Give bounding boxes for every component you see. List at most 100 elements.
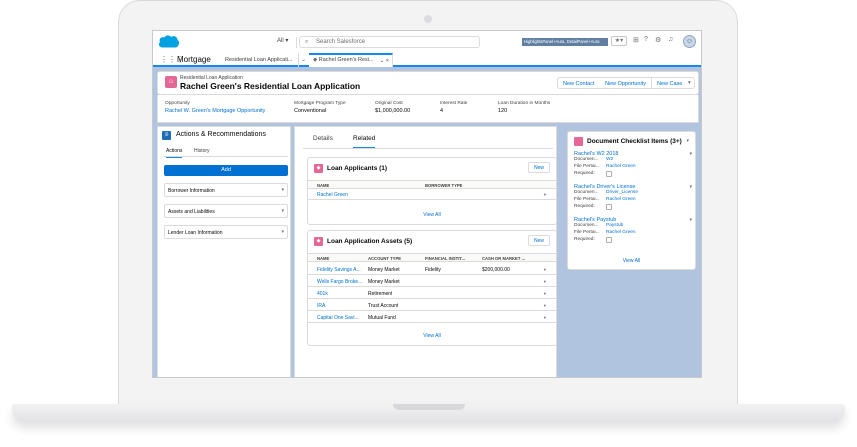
tab-history[interactable]: History <box>194 148 210 156</box>
field-program-type: Mortgage Program Type Conventional <box>294 101 346 114</box>
required-line: Required: <box>574 204 692 211</box>
table-header: NAME BORROWER TYPE <box>308 180 556 189</box>
field-label: Interest Rate <box>440 101 468 106</box>
new-case-button[interactable]: New Case <box>652 77 689 89</box>
global-header: All ▾ ⌕ Search Salesforce HighlightsPane… <box>153 31 701 53</box>
chevron-down-icon[interactable]: ▾ <box>281 187 284 193</box>
column-header: NAME <box>317 183 330 188</box>
global-add-icon[interactable]: ⊞ <box>633 36 639 44</box>
file-owner-link[interactable]: Rachel Green <box>606 230 636 235</box>
field-label: Required: <box>574 237 595 242</box>
tabs-divider <box>303 148 553 149</box>
app-name: Mortgage <box>177 55 211 64</box>
main-panel: Details Related ◆ Loan Applicants (1) Ne… <box>294 126 557 377</box>
required-checkbox <box>606 237 612 243</box>
tab-related[interactable]: Related <box>353 135 376 149</box>
field-label: Required: <box>574 171 595 176</box>
favorites-star-icon[interactable]: ★▾ <box>611 36 627 46</box>
column-header: BORROWER TYPE <box>425 183 463 188</box>
add-button[interactable]: Add <box>164 165 288 176</box>
row-actions-icon[interactable]: ▾ <box>544 192 546 198</box>
view-all-link[interactable]: View All <box>568 258 695 264</box>
chevron-down-icon[interactable]: ⌄ <box>301 56 306 63</box>
tab-close-icon[interactable]: ⌄ × <box>380 58 389 64</box>
chevron-down-icon[interactable]: ▾ <box>686 138 689 144</box>
field-loan-duration: Loan Duration in Months 120 <box>498 101 550 114</box>
document-line: Documen... Driver_License <box>574 190 692 197</box>
field-original-cost: Original Cost $1,000,000.00 <box>375 101 410 114</box>
checklist-item: Rachel's Paystub ▾ Documen... Paystub Fil… <box>574 217 692 244</box>
file-owner-link[interactable]: Rachel Green <box>606 164 636 169</box>
loan-assets-card: ◆ Loan Application Assets (5) New NAME A… <box>307 230 557 346</box>
row-actions-icon[interactable]: ▾ <box>544 279 546 285</box>
field-label: File Pertai... <box>574 230 600 235</box>
document-link[interactable]: Driver_License <box>606 190 638 195</box>
loan-applicants-card: ◆ Loan Applicants (1) New NAME BORROWER … <box>307 157 557 225</box>
camera <box>424 15 432 23</box>
avatar[interactable]: ☺ <box>683 35 696 48</box>
field-opportunity: Opportunity Rachel W. Green's Mortgage O… <box>165 101 265 114</box>
action-item-label: Assets and Liabilities <box>168 209 215 215</box>
column-header: CASH OR MARKET ... <box>482 256 526 261</box>
new-asset-button[interactable]: New <box>528 235 550 246</box>
loan-asset-icon: ◆ <box>314 237 323 246</box>
table-row: Fidelity Savings A... Money Market Fidel… <box>308 264 556 275</box>
nav-tab-loan-applications[interactable]: Residential Loan Applicati... <box>221 53 299 67</box>
column-header: ACCOUNT TYPE <box>368 256 402 261</box>
field-label: Documen... <box>574 190 599 195</box>
action-item-assets-liabilities[interactable]: Assets and Liabilities ▾ <box>164 204 288 218</box>
file-line: File Pertai... Rachel Green <box>574 230 692 237</box>
required-checkbox <box>606 204 612 210</box>
row-actions-icon[interactable]: ▾ <box>544 303 546 309</box>
loan-application-icon: ⌂ <box>165 76 177 88</box>
card-title: Loan Applicants (1) <box>327 165 388 172</box>
search-input[interactable]: ⌕ Search Salesforce <box>299 36 480 48</box>
action-item-borrower-information[interactable]: Borrower Information ▾ <box>164 183 288 197</box>
actions-recommendations-icon: ≡ <box>162 131 171 140</box>
table-header: NAME ACCOUNT TYPE FINANCIAL INSTIT... CA… <box>308 253 556 262</box>
field-value: 120 <box>498 108 508 114</box>
action-item-label: Borrower Information <box>168 188 215 194</box>
column-header: NAME <box>317 256 330 261</box>
table-cell: Trust Account <box>368 303 399 309</box>
asset-link[interactable]: Fidelity Savings A... <box>317 267 365 273</box>
field-label: Mortgage Program Type <box>294 101 346 106</box>
document-line: Documen... Paystub <box>574 223 692 230</box>
chevron-down-icon[interactable]: ▾ <box>281 208 284 214</box>
asset-link[interactable]: IRA <box>317 303 365 309</box>
view-all-link[interactable]: View All <box>308 333 556 339</box>
notifications-bell-icon[interactable]: ♫ <box>668 36 673 43</box>
checklist-item: Rachel's Driver's License ▾ Documen... Dr… <box>574 184 692 211</box>
table-row: Capital One Savi... Mutual Fund ▾ <box>308 312 556 323</box>
gear-icon[interactable]: ⚙ <box>655 36 661 44</box>
asset-link[interactable]: Wells Fargo Broke... <box>317 279 365 285</box>
required-checkbox <box>606 171 612 177</box>
new-applicant-button[interactable]: New <box>528 162 550 173</box>
required-line: Required: <box>574 237 692 244</box>
laptop-notch <box>393 404 465 410</box>
asset-link[interactable]: Capital One Savi... <box>317 315 365 321</box>
view-all-link[interactable]: View All <box>308 212 556 218</box>
file-owner-link[interactable]: Rachel Green <box>606 197 636 202</box>
new-contact-button[interactable]: New Contact <box>557 77 601 89</box>
row-actions-icon[interactable]: ▾ <box>544 315 546 321</box>
help-icon[interactable]: ? <box>644 36 648 43</box>
tab-details[interactable]: Details <box>313 135 333 147</box>
search-scope-select[interactable]: All ▾ <box>277 37 297 48</box>
row-actions-icon[interactable]: ▾ <box>544 291 546 297</box>
asset-link[interactable]: 401k <box>317 291 365 297</box>
salesforce-logo-icon[interactable] <box>158 34 180 49</box>
action-item-lender-loan[interactable]: Lender Loan Information ▾ <box>164 225 288 239</box>
opportunity-link[interactable]: Rachel W. Green's Mortgage Opportunity <box>165 108 265 114</box>
chevron-down-icon[interactable]: ▾ <box>281 229 284 235</box>
row-actions-icon[interactable]: ▾ <box>544 267 546 273</box>
applicant-link[interactable]: Rachel Green <box>317 192 348 198</box>
document-link[interactable]: Paystub <box>606 223 623 228</box>
document-link[interactable]: W2 <box>606 157 613 162</box>
more-actions-button[interactable]: ▾ <box>685 77 695 89</box>
field-label: Required: <box>574 204 595 209</box>
screen: All ▾ ⌕ Search Salesforce HighlightsPane… <box>152 30 702 378</box>
new-opportunity-button[interactable]: New Opportunity <box>600 77 652 89</box>
nav-tab-record[interactable]: ◆ Rachel Green's Resi... ⌄ × <box>309 53 393 67</box>
field-label: Documen... <box>574 157 599 162</box>
